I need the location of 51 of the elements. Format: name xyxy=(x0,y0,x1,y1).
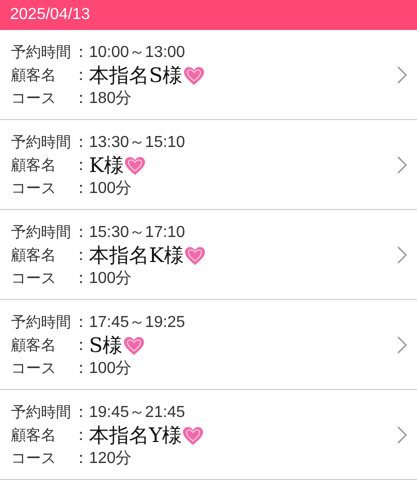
reservation-row[interactable]: 予約時間：13:30～15:10 顧客名 ：K様 コース ：100分 xyxy=(0,120,417,210)
course-label: コース xyxy=(11,89,57,108)
customer-name: 本指名S様 xyxy=(89,62,183,89)
course-label: コース xyxy=(11,449,57,468)
heart-icon xyxy=(124,156,146,176)
reservation-row[interactable]: 予約時間：15:30～17:10 顧客名 ：本指名K様 コース ：100分 xyxy=(0,210,417,300)
chevron-icon xyxy=(397,66,407,84)
customer-name: S様 xyxy=(89,332,123,359)
customer-label: 顧客名 xyxy=(11,66,57,85)
chevron-icon xyxy=(397,426,407,444)
time-label: 予約時間 xyxy=(11,313,72,332)
chevron-icon xyxy=(397,246,407,264)
colon: ： xyxy=(73,245,89,266)
reservation-row[interactable]: 予約時間：17:45～19:25 顧客名 ：S様 コース ：100分 xyxy=(0,300,417,390)
course-value: ：100分 xyxy=(73,179,132,199)
chevron-icon xyxy=(397,156,407,174)
heart-icon xyxy=(184,246,206,266)
time-value: ：17:45～19:25 xyxy=(73,313,186,333)
customer-label: 顧客名 xyxy=(11,156,57,175)
time-value: ：19:45～21:45 xyxy=(73,403,186,423)
course-label: コース xyxy=(11,269,57,288)
time-label: 予約時間 xyxy=(11,403,72,422)
course-label: コース xyxy=(11,179,57,198)
time-label: 予約時間 xyxy=(11,133,72,152)
customer-label: 顧客名 xyxy=(11,246,57,265)
course-label: コース xyxy=(11,359,57,378)
customer-name: 本指名Y様 xyxy=(89,422,182,449)
customer-label: 顧客名 xyxy=(11,426,57,445)
heart-icon xyxy=(122,336,145,356)
course-value: ：120分 xyxy=(73,449,132,469)
colon: ： xyxy=(73,155,89,176)
reservation-row[interactable]: 予約時間：19:45～21:45 顧客名 ：本指名Y様 コース ：120分 xyxy=(0,390,417,480)
time-label: 予約時間 xyxy=(11,43,72,62)
colon: ： xyxy=(73,335,89,356)
time-value: ：10:00～13:00 xyxy=(73,43,186,63)
time-label: 予約時間 xyxy=(11,223,72,242)
date-text: 2025/04/13 xyxy=(10,6,90,24)
course-value: ：100分 xyxy=(73,269,132,289)
reservation-row[interactable]: 予約時間：10:00～13:00 顧客名 ：本指名S様 コース ：180分 xyxy=(0,30,417,120)
heart-icon xyxy=(182,66,205,86)
time-value: ：13:30～15:10 xyxy=(73,133,186,153)
colon: ： xyxy=(73,425,89,446)
heart-icon xyxy=(182,426,204,446)
chevron-icon xyxy=(397,336,407,354)
customer-label: 顧客名 xyxy=(11,336,57,355)
course-value: ：180分 xyxy=(73,89,132,109)
time-value: ：15:30～17:10 xyxy=(73,223,186,243)
colon: ： xyxy=(73,65,89,86)
course-value: ：100分 xyxy=(73,359,132,379)
customer-name: 本指名K様 xyxy=(89,242,184,269)
customer-name: K様 xyxy=(89,152,124,179)
